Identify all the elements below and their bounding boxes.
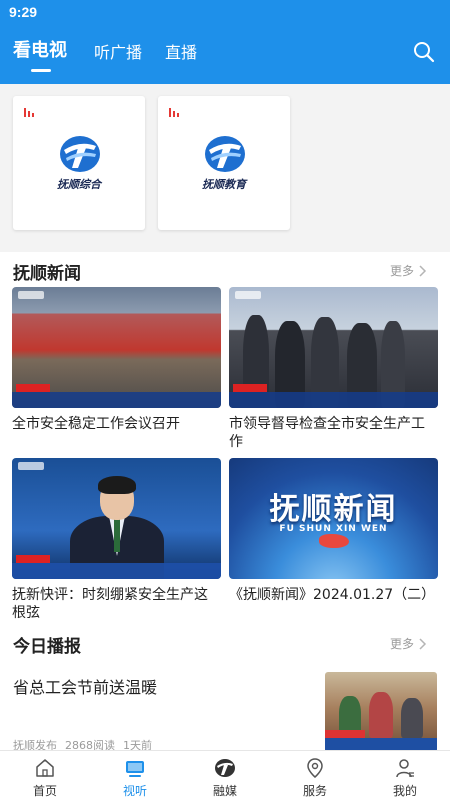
tv-icon	[126, 761, 144, 777]
channel-watermark	[235, 291, 261, 299]
home-icon	[36, 759, 54, 777]
thumbnail-program-subtitle: FU SHUN XIN WEN	[279, 524, 388, 534]
chevron-right-icon	[419, 264, 427, 277]
bottom-navigation: 首页 视听 融媒 服务 我的	[0, 750, 450, 800]
tab-live[interactable]: 直播	[165, 39, 197, 63]
anchor-tie	[114, 518, 120, 552]
media-logo-icon	[215, 759, 235, 777]
nav-home[interactable]: 首页	[0, 751, 90, 800]
map-highlight	[319, 534, 349, 548]
lower-third-tag	[16, 384, 50, 392]
nav-label: 融媒	[212, 784, 237, 798]
person-figure	[369, 692, 393, 738]
nav-service[interactable]: 服务	[270, 751, 360, 800]
live-bars-icon	[24, 108, 34, 117]
location-pin-icon	[307, 758, 323, 778]
active-tab-indicator	[31, 69, 51, 72]
today-more-link[interactable]: 更多	[390, 635, 427, 652]
search-icon[interactable]	[412, 40, 436, 64]
channel-name: 抚顺教育	[202, 178, 246, 191]
more-label: 更多	[390, 637, 415, 651]
station-logo-icon	[205, 136, 245, 172]
news-thumbnail: 抚顺新闻 FU SHUN XIN WEN	[229, 458, 438, 579]
broadcast-title[interactable]: 省总工会节前送温暖	[13, 674, 157, 698]
news-thumbnail	[229, 287, 438, 408]
station-logo-icon	[60, 136, 100, 172]
lower-third-bar	[12, 563, 221, 579]
top-header: 9:29 看电视 听广播 直播	[0, 0, 450, 84]
nav-label: 服务	[302, 784, 327, 798]
more-label: 更多	[390, 264, 415, 278]
status-time: 9:29	[9, 4, 38, 20]
person-figure	[401, 698, 423, 738]
nav-label: 首页	[32, 784, 57, 798]
thumbnail-program-title: 抚顺新闻	[269, 492, 398, 527]
nav-label: 我的	[392, 784, 417, 798]
channel-name: 抚顺综合	[57, 178, 101, 191]
news-title: 《抚顺新闻》2024.01.27（二）	[229, 587, 436, 603]
nav-media[interactable]: 融媒	[180, 751, 270, 800]
live-bars-icon	[169, 108, 179, 117]
lower-third-tag	[233, 384, 267, 392]
lower-third-tag	[16, 555, 50, 563]
nav-mine[interactable]: 我的	[360, 751, 450, 800]
news-thumbnail	[12, 287, 221, 408]
today-section-title: 今日播报	[13, 637, 81, 657]
nav-label: 视听	[122, 784, 147, 798]
news-thumbnail	[12, 458, 221, 579]
channel-watermark	[18, 291, 44, 299]
tab-watch-tv[interactable]: 看电视	[13, 36, 67, 62]
channel-watermark	[18, 462, 44, 470]
user-icon	[396, 759, 414, 778]
news-more-link[interactable]: 更多	[390, 262, 427, 279]
news-card[interactable]: 抚顺新闻 FU SHUN XIN WEN 《抚顺新闻》2024.01.27（二）	[229, 458, 438, 604]
news-card[interactable]: 全市安全稳定工作会议召开	[12, 287, 221, 433]
anchor-hair	[98, 476, 136, 494]
news-card[interactable]: 抚新快评：时刻绷紧安全生产这根弦	[12, 458, 221, 622]
news-title: 市领导督导检查全市安全生产工作	[229, 416, 425, 450]
chevron-right-icon	[419, 637, 427, 650]
channel-list: 抚顺综合 抚顺教育	[0, 84, 450, 252]
news-title: 全市安全稳定工作会议召开	[12, 416, 180, 432]
channel-card-fushun-jiaoyu[interactable]: 抚顺教育	[158, 96, 290, 230]
channel-card-fushun-zonghe[interactable]: 抚顺综合	[13, 96, 145, 230]
lower-third-bar	[229, 392, 438, 408]
nav-av[interactable]: 视听	[90, 751, 180, 800]
news-section-title: 抚顺新闻	[13, 264, 81, 284]
news-title: 抚新快评：时刻绷紧安全生产这根弦	[12, 587, 208, 621]
news-card[interactable]: 市领导督导检查全市安全生产工作	[229, 287, 438, 451]
lower-third-tag	[325, 730, 365, 738]
broadcast-thumbnail[interactable]	[325, 672, 437, 752]
tab-radio[interactable]: 听广播	[94, 39, 142, 63]
lower-third-bar	[12, 392, 221, 408]
